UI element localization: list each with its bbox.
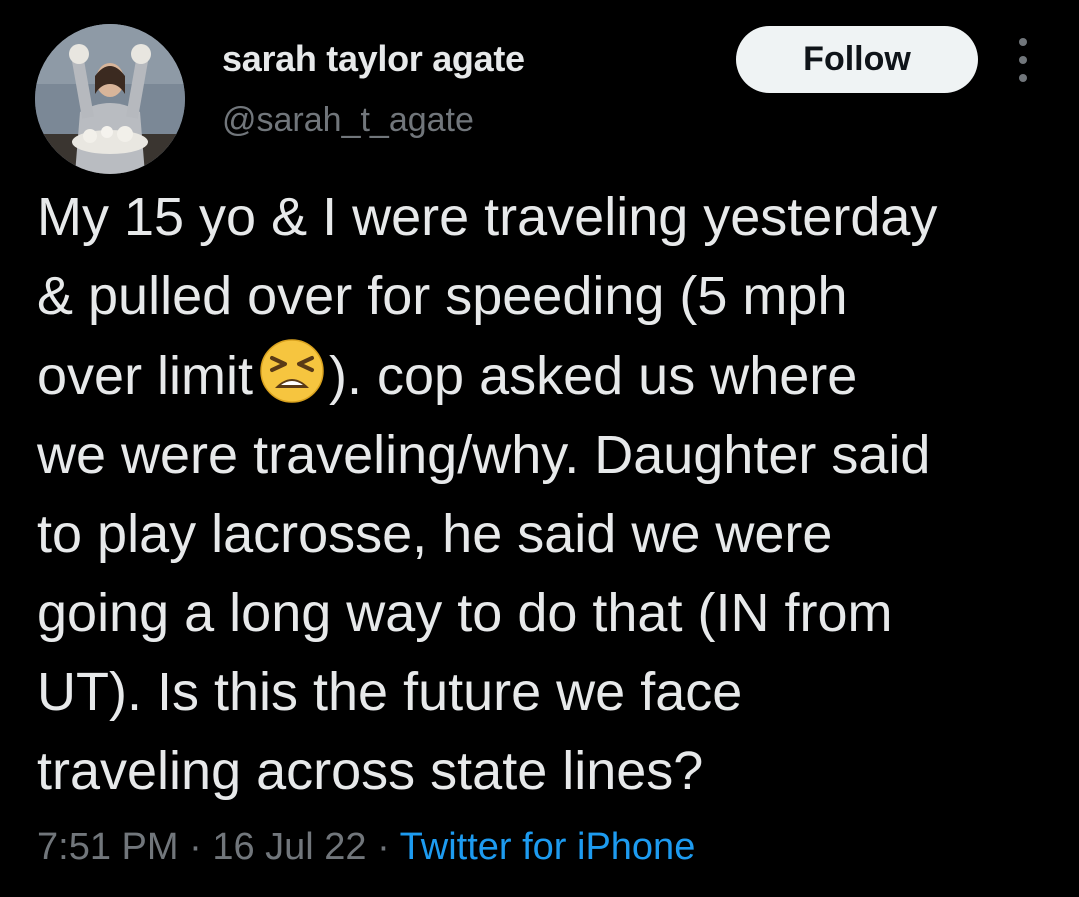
- tweet-line: My 15 yo & I were traveling yesterday: [37, 187, 938, 247]
- avatar[interactable]: [35, 24, 185, 174]
- more-vertical-icon[interactable]: [1008, 38, 1038, 82]
- display-name[interactable]: sarah taylor agate: [222, 38, 525, 80]
- more-dot: [1019, 38, 1027, 46]
- meta-separator: ·: [366, 826, 400, 868]
- tweet-line: we were traveling/why. Daughter said: [37, 425, 931, 485]
- tweet-line: going a long way to do that (IN from: [37, 583, 893, 643]
- tweet-line: UT). Is this the future we face: [37, 662, 743, 722]
- tweet-line: to play lacrosse, he said we were: [37, 504, 833, 564]
- more-dot: [1019, 74, 1027, 82]
- tweet-line-segment: ). cop asked us where: [329, 346, 858, 406]
- follow-button[interactable]: Follow: [736, 26, 978, 93]
- tweet-date[interactable]: 16 Jul 22: [212, 826, 366, 868]
- user-handle[interactable]: @sarah_t_agate: [222, 101, 474, 140]
- tweet-line: over limit ). cop asked us where: [37, 336, 1067, 416]
- tweet-line: & pulled over for speeding (5 mph: [37, 266, 848, 326]
- tweet-meta: 7:51 PM · 16 Jul 22 · Twitter for iPhone: [37, 826, 695, 869]
- more-dot: [1019, 56, 1027, 64]
- tweet-line: traveling across state lines?: [37, 741, 704, 801]
- meta-separator: ·: [178, 826, 213, 868]
- tweet-line-segment: over limit: [37, 346, 254, 406]
- tweet-time[interactable]: 7:51 PM: [37, 826, 179, 868]
- tweet-source-link[interactable]: Twitter for iPhone: [400, 826, 696, 868]
- tired-face-emoji-icon: [257, 336, 327, 406]
- avatar-image: [35, 24, 185, 174]
- tweet-text: My 15 yo & I were traveling yesterday & …: [37, 178, 1067, 811]
